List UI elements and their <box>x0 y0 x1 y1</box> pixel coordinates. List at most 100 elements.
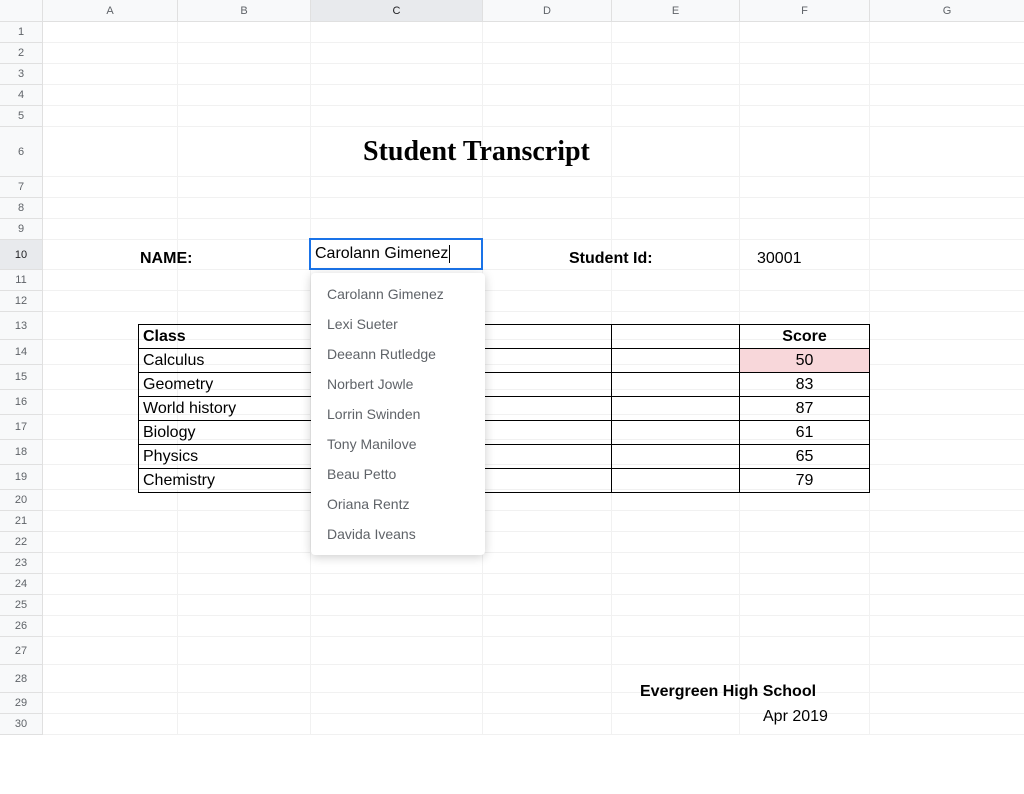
cell[interactable] <box>612 64 740 85</box>
cell[interactable] <box>178 270 311 291</box>
row-header-24[interactable]: 24 <box>0 574 43 595</box>
cell[interactable] <box>483 637 612 665</box>
cell[interactable] <box>870 574 1024 595</box>
cell[interactable] <box>178 219 311 240</box>
dropdown-item[interactable]: Carolann Gimenez <box>311 279 485 309</box>
cell[interactable] <box>178 595 311 616</box>
cell[interactable] <box>612 637 740 665</box>
cell[interactable] <box>311 64 483 85</box>
cell[interactable] <box>740 43 870 64</box>
cell[interactable] <box>612 595 740 616</box>
blank-cell[interactable] <box>612 421 740 445</box>
cell[interactable] <box>178 291 311 312</box>
cell[interactable] <box>178 240 311 270</box>
row-header-2[interactable]: 2 <box>0 43 43 64</box>
row-header-11[interactable]: 11 <box>0 270 43 291</box>
class-cell[interactable]: Geometry <box>139 373 312 397</box>
row-header-22[interactable]: 22 <box>0 532 43 553</box>
cell[interactable] <box>870 219 1024 240</box>
cell[interactable] <box>311 665 483 693</box>
cell[interactable] <box>870 616 1024 637</box>
cell[interactable] <box>178 665 311 693</box>
blank-cell[interactable] <box>483 421 612 445</box>
cell[interactable] <box>178 553 311 574</box>
row-header-16[interactable]: 16 <box>0 390 43 415</box>
cell[interactable] <box>740 22 870 43</box>
cell[interactable] <box>483 511 612 532</box>
dropdown-item[interactable]: Lorrin Swinden <box>311 399 485 429</box>
cell[interactable] <box>870 440 1024 465</box>
cell[interactable] <box>870 64 1024 85</box>
score-cell[interactable]: 65 <box>740 445 870 469</box>
row-header-3[interactable]: 3 <box>0 64 43 85</box>
cell[interactable] <box>870 390 1024 415</box>
cell[interactable] <box>483 490 612 511</box>
cell[interactable] <box>43 85 178 106</box>
cell[interactable] <box>311 714 483 735</box>
blank-cell[interactable] <box>612 349 740 373</box>
cell[interactable] <box>178 127 311 177</box>
cell[interactable] <box>311 637 483 665</box>
cell[interactable] <box>43 511 178 532</box>
cell[interactable] <box>740 532 870 553</box>
dropdown-item[interactable]: Deeann Rutledge <box>311 339 485 369</box>
cell[interactable] <box>178 177 311 198</box>
cell[interactable] <box>43 22 178 43</box>
row-header-13[interactable]: 13 <box>0 312 43 340</box>
cell[interactable] <box>870 270 1024 291</box>
row-header-4[interactable]: 4 <box>0 85 43 106</box>
cell[interactable] <box>43 177 178 198</box>
select-all-corner[interactable] <box>0 0 43 22</box>
cell[interactable] <box>483 22 612 43</box>
cell[interactable] <box>43 490 178 511</box>
cell[interactable] <box>870 595 1024 616</box>
cell[interactable] <box>178 637 311 665</box>
cell[interactable] <box>870 177 1024 198</box>
cell[interactable] <box>870 312 1024 340</box>
cell[interactable] <box>43 574 178 595</box>
row-header-27[interactable]: 27 <box>0 637 43 665</box>
cell[interactable] <box>178 511 311 532</box>
cell[interactable] <box>311 43 483 64</box>
cell[interactable] <box>178 85 311 106</box>
column-header-a[interactable]: A <box>43 0 178 22</box>
row-header-28[interactable]: 28 <box>0 665 43 693</box>
row-header-30[interactable]: 30 <box>0 714 43 735</box>
cell[interactable] <box>483 219 612 240</box>
blank-cell[interactable] <box>612 373 740 397</box>
cell[interactable] <box>311 553 483 574</box>
cell[interactable] <box>178 616 311 637</box>
cell[interactable] <box>483 665 612 693</box>
cell[interactable] <box>740 270 870 291</box>
cell[interactable] <box>311 22 483 43</box>
dropdown-item[interactable]: Oriana Rentz <box>311 489 485 519</box>
column-header-f[interactable]: F <box>740 0 870 22</box>
cell[interactable] <box>740 490 870 511</box>
cell[interactable] <box>740 177 870 198</box>
cell[interactable] <box>43 595 178 616</box>
cell[interactable] <box>43 198 178 219</box>
dropdown-item[interactable]: Norbert Jowle <box>311 369 485 399</box>
cell[interactable] <box>740 574 870 595</box>
class-cell[interactable]: Physics <box>139 445 312 469</box>
cell[interactable] <box>483 574 612 595</box>
cell[interactable] <box>740 106 870 127</box>
cell[interactable] <box>483 270 612 291</box>
name-dropdown[interactable]: Carolann GimenezLexi SueterDeeann Rutled… <box>311 273 485 555</box>
row-header-8[interactable]: 8 <box>0 198 43 219</box>
cell[interactable] <box>870 553 1024 574</box>
cell[interactable] <box>43 64 178 85</box>
row-header-5[interactable]: 5 <box>0 106 43 127</box>
cell[interactable] <box>612 106 740 127</box>
cell[interactable] <box>43 43 178 64</box>
row-header-17[interactable]: 17 <box>0 415 43 440</box>
cell[interactable] <box>311 219 483 240</box>
row-header-15[interactable]: 15 <box>0 365 43 390</box>
cell[interactable] <box>178 198 311 219</box>
cell[interactable] <box>870 511 1024 532</box>
row-header-21[interactable]: 21 <box>0 511 43 532</box>
row-header-7[interactable]: 7 <box>0 177 43 198</box>
dropdown-item[interactable]: Tony Manilove <box>311 429 485 459</box>
cell[interactable] <box>740 291 870 312</box>
cell[interactable] <box>43 553 178 574</box>
